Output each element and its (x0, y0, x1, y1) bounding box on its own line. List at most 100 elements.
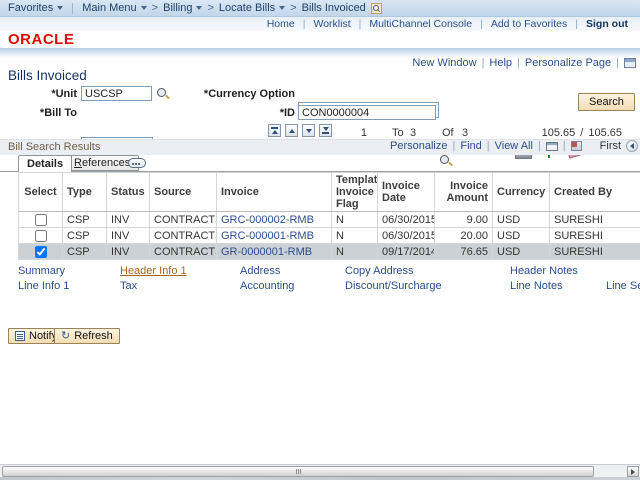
copy-address-link[interactable]: Copy Address (345, 265, 413, 277)
breadcrumb-item-billing[interactable]: Billing (163, 2, 202, 14)
cell-currency: USD (493, 244, 550, 260)
search-button[interactable]: Search (578, 93, 635, 111)
tab-references-label: References (74, 157, 130, 169)
breadcrumb-favorites-label: Favorites (8, 2, 53, 14)
cell-type: CSP (63, 212, 107, 228)
sign-out-link[interactable]: Sign out (586, 18, 628, 30)
scroll-to-top-icon[interactable] (268, 124, 281, 137)
amount-shown-value: 105.65 (542, 127, 576, 139)
table-row: CSP INV CONTRACTS GRC-000001-RMB N 06/30… (19, 228, 640, 244)
invoice-link[interactable]: GR-0000001-RMB (221, 246, 312, 258)
header-notes-link[interactable]: Header Notes (510, 265, 578, 277)
summary-link[interactable]: Summary (18, 265, 65, 277)
page-layout-icon[interactable] (624, 58, 636, 68)
separator: | (303, 18, 306, 30)
separator: | (538, 140, 541, 152)
breadcrumb-separator: > (152, 2, 158, 14)
refresh-icon: ↻ (61, 331, 70, 341)
cell-status: INV (107, 244, 150, 260)
breadcrumb-main-menu[interactable]: Main Menu (82, 2, 146, 14)
show-tabs-icon[interactable] (128, 158, 146, 168)
row-to-label: To (392, 127, 404, 139)
horizontal-scrollbar[interactable] (0, 464, 640, 477)
breadcrumb-search-icon[interactable] (371, 3, 382, 14)
scrollbar-thumb[interactable] (2, 466, 594, 477)
discount-surcharge-link[interactable]: Discount/Surcharge (345, 280, 442, 292)
invoice-link[interactable]: GRC-000001-RMB (221, 230, 314, 242)
scroll-up-icon[interactable] (285, 124, 298, 137)
id-lookup-icon[interactable] (440, 155, 453, 168)
col-header-select: Select (19, 173, 63, 212)
bills-invoiced-page: Favorites Main Menu > Billing > Locate B… (0, 0, 640, 480)
chevron-down-icon (279, 6, 285, 10)
breadcrumb-separator: > (290, 2, 296, 14)
row-select-checkbox[interactable] (35, 230, 47, 242)
refresh-button[interactable]: ↻ Refresh (54, 328, 120, 344)
help-link[interactable]: Help (489, 57, 512, 69)
cell-currency: USD (493, 228, 550, 244)
cell-amount: 9.00 (435, 212, 493, 228)
personalize-link[interactable]: Personalize (390, 140, 447, 152)
separator: | (616, 57, 619, 69)
line-search-link[interactable]: Line Search (606, 280, 640, 292)
unit-label: *Unit (0, 88, 77, 100)
add-to-favorites-link[interactable]: Add to Favorites (491, 18, 567, 30)
tax-link[interactable]: Tax (120, 280, 137, 292)
find-link[interactable]: Find (460, 140, 481, 152)
row-select-checkbox[interactable] (35, 214, 47, 226)
breadcrumb-item-label: Locate Bills (219, 2, 275, 14)
separator: | (359, 18, 362, 30)
breadcrumb-main-menu-label: Main Menu (82, 2, 136, 14)
personalize-page-link[interactable]: Personalize Page (525, 57, 611, 69)
new-window-link[interactable]: New Window (412, 57, 476, 69)
breadcrumb-divider (72, 3, 73, 14)
tab-details[interactable]: Details (18, 155, 72, 172)
cell-currency: USD (493, 212, 550, 228)
cell-type: CSP (63, 228, 107, 244)
popup-window-icon[interactable] (546, 142, 558, 151)
cell-invoice-date: 06/30/2015 (378, 228, 435, 244)
bill-search-results-grid: Select Type Status Source Invoice Templa… (18, 172, 640, 260)
cell-created-by: SURESHI (550, 244, 640, 260)
chevron-down-icon (57, 6, 63, 10)
scroll-down-icon[interactable] (302, 124, 315, 137)
invoice-link[interactable]: GRC-000002-RMB (221, 214, 314, 226)
accounting-link[interactable]: Accounting (240, 280, 294, 292)
notify-icon (15, 331, 25, 341)
results-controls: Personalize | Find | View All | | First … (390, 140, 640, 152)
breadcrumb-item-locate-bills[interactable]: Locate Bills (219, 2, 285, 14)
line-info-1-link[interactable]: Line Info 1 (18, 280, 69, 292)
unit-input[interactable] (81, 86, 152, 101)
pager-previous-icon[interactable] (626, 140, 638, 152)
col-header-invoice-date: Invoice Date (378, 173, 435, 212)
bill-to-label: *Bill To (0, 107, 77, 119)
col-header-created-by: Created By (550, 173, 640, 212)
amount-total-value: 105.65 (588, 127, 622, 139)
breadcrumb-separator: > (207, 2, 213, 14)
breadcrumb-favorites[interactable]: Favorites (8, 2, 63, 14)
header-info-1-link[interactable]: Header Info 1 (120, 265, 187, 277)
separator: | (517, 57, 520, 69)
currency-option-label: *Currency Option (150, 88, 295, 100)
home-link[interactable]: Home (267, 18, 295, 30)
tab-details-label: Details (27, 158, 63, 170)
line-notes-link[interactable]: Line Notes (510, 280, 563, 292)
multichannel-console-link[interactable]: MultiChannel Console (369, 18, 472, 30)
cell-type: CSP (63, 244, 107, 260)
cell-template-flag: N (332, 244, 378, 260)
amount-summary: 105.65 / 105.65 (500, 127, 622, 139)
breadcrumb-item-bills-invoiced[interactable]: Bills Invoiced (302, 2, 366, 14)
row-select-checkbox[interactable] (35, 246, 47, 258)
address-link[interactable]: Address (240, 265, 280, 277)
cell-status: INV (107, 212, 150, 228)
view-all-link[interactable]: View All (495, 140, 533, 152)
scroll-to-bottom-icon[interactable] (319, 124, 332, 137)
download-to-excel-icon[interactable] (571, 141, 582, 151)
cell-created-by: SURESHI (550, 228, 640, 244)
pager-first-label: First (600, 140, 621, 152)
scrollbar-right-arrow[interactable] (627, 466, 639, 477)
notify-button-label: Notify (29, 330, 57, 342)
worklist-link[interactable]: Worklist (313, 18, 350, 30)
id-input[interactable] (298, 105, 436, 120)
cell-source: CONTRACTS (150, 228, 217, 244)
